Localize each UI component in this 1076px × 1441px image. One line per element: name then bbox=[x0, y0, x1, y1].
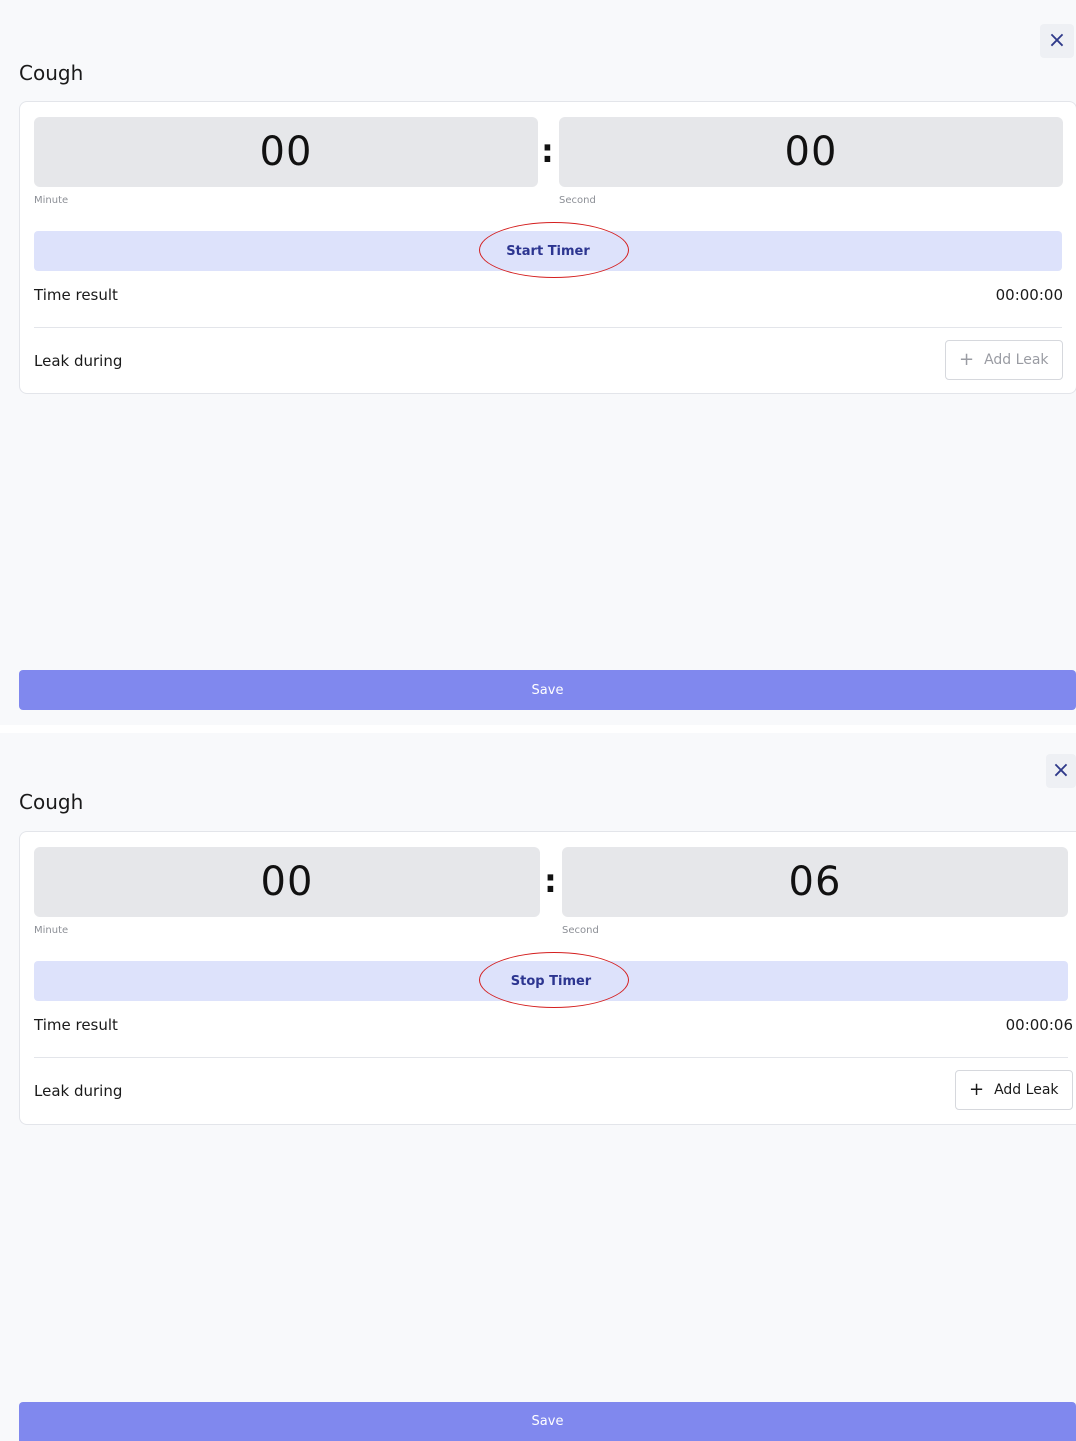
divider bbox=[34, 327, 1062, 328]
timer-card: 00 : 00 Minute Second Start Timer Time r… bbox=[19, 101, 1076, 394]
add-leak-label: Add Leak bbox=[984, 352, 1049, 368]
time-result-label: Time result bbox=[34, 286, 118, 304]
page-title: Cough bbox=[19, 61, 84, 85]
divider bbox=[34, 1057, 1068, 1058]
second-display: 06 bbox=[562, 847, 1068, 917]
minute-label: Minute bbox=[34, 195, 69, 206]
time-separator: : bbox=[541, 132, 554, 170]
time-result-label: Time result bbox=[34, 1016, 118, 1034]
timer-card: 00 : 06 Minute Second Stop Timer Time re… bbox=[19, 831, 1076, 1125]
plus-icon: + bbox=[969, 1079, 985, 1100]
screen-separator bbox=[0, 725, 1076, 733]
stop-timer-button[interactable]: Stop Timer bbox=[34, 961, 1068, 1001]
close-icon[interactable]: × bbox=[1040, 24, 1074, 58]
add-leak-button[interactable]: + Add Leak bbox=[955, 1070, 1073, 1110]
minute-display: 00 bbox=[34, 847, 540, 917]
save-button[interactable]: Save bbox=[19, 1402, 1076, 1441]
timer-screen-running: × Cough 00 : 06 Minute Second Stop Timer… bbox=[0, 733, 1076, 1441]
time-result-value: 00:00:06 bbox=[1005, 1016, 1073, 1034]
minute-label: Minute bbox=[34, 925, 69, 936]
second-label: Second bbox=[559, 195, 596, 206]
plus-icon: + bbox=[959, 349, 975, 370]
save-button[interactable]: Save bbox=[19, 670, 1076, 710]
leak-during-label: Leak during bbox=[34, 352, 123, 370]
time-result-value: 00:00:00 bbox=[995, 286, 1063, 304]
leak-during-label: Leak during bbox=[34, 1082, 123, 1100]
second-label: Second bbox=[562, 925, 599, 936]
add-leak-button[interactable]: + Add Leak bbox=[945, 340, 1063, 380]
add-leak-label: Add Leak bbox=[994, 1082, 1059, 1098]
time-separator: : bbox=[544, 862, 557, 900]
second-display: 00 bbox=[559, 117, 1063, 187]
close-icon[interactable]: × bbox=[1046, 754, 1076, 788]
start-timer-button[interactable]: Start Timer bbox=[34, 231, 1062, 271]
minute-display: 00 bbox=[34, 117, 538, 187]
page-title: Cough bbox=[19, 790, 84, 814]
timer-screen-before: × Cough 00 : 00 Minute Second Start Time… bbox=[0, 0, 1076, 725]
